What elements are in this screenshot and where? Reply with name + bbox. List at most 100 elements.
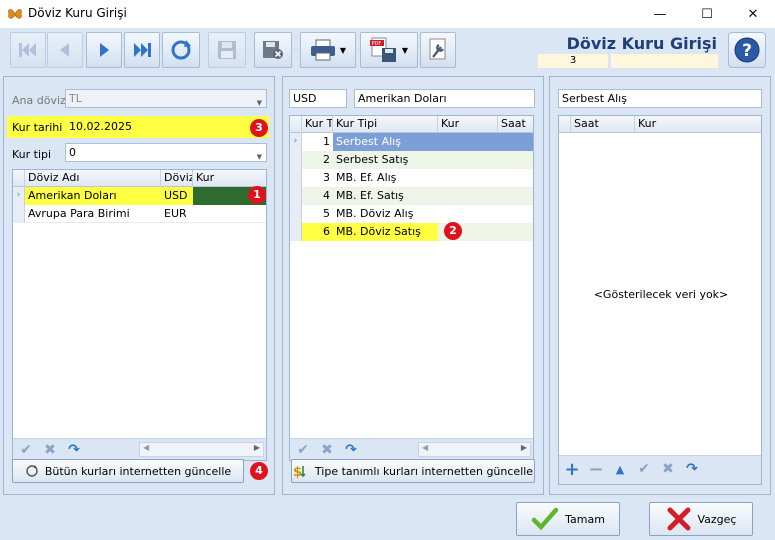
horizontal-scrollbar[interactable]: ◀ ▶: [418, 442, 531, 457]
cell-kur-t[interactable]: 4: [302, 187, 333, 205]
minimize-button[interactable]: —: [637, 0, 683, 28]
dropdown-arrow-icon: ▼: [401, 45, 409, 55]
cell-kur-t[interactable]: 2: [302, 151, 333, 169]
delete-icon[interactable]: ✖: [41, 442, 59, 458]
row-pointer-icon: ›: [290, 133, 302, 151]
cell-kur-t[interactable]: 6: [302, 223, 333, 241]
refresh-icon[interactable]: ↷: [342, 442, 360, 458]
middle-panel: USD Amerikan Doları Kur T Kur Tipi Kur S…: [282, 76, 544, 495]
cell-kur[interactable]: [438, 151, 498, 169]
record-number: 3: [538, 54, 608, 68]
currency-name-field[interactable]: Amerikan Doları: [354, 89, 535, 108]
check-icon[interactable]: ✔: [294, 442, 312, 458]
col-kur[interactable]: Kur: [635, 116, 761, 133]
cell-doviz[interactable]: USD: [161, 187, 193, 205]
scroll-right-icon[interactable]: ▶: [521, 443, 527, 452]
refresh-button[interactable]: [162, 32, 200, 68]
kur-tarihi-input[interactable]: 10.02.2025: [65, 117, 243, 136]
cancel-x-icon: [667, 507, 690, 531]
selected-rate-type-field[interactable]: Serbest Alış: [558, 89, 762, 108]
cell-saat[interactable]: [498, 151, 533, 169]
export-pdf-button[interactable]: PDF ▼: [360, 32, 418, 68]
minus-icon[interactable]: −: [587, 459, 605, 480]
col-kur-tipi[interactable]: Kur Tipi: [333, 116, 438, 133]
row-indicator: [290, 169, 302, 187]
badge-1: 1: [248, 186, 266, 204]
print-button[interactable]: ▼: [300, 32, 356, 68]
check-icon[interactable]: ✔: [17, 442, 35, 458]
cell-saat[interactable]: [498, 169, 533, 187]
cell-kur-tipi[interactable]: Serbest Satış: [333, 151, 438, 169]
table-row[interactable]: 2 Serbest Satış: [290, 151, 533, 169]
update-all-rates-button[interactable]: Bütün kurları internetten güncelle: [12, 459, 244, 483]
move-up-icon[interactable]: ▲: [611, 461, 629, 477]
cancel-button[interactable]: Vazgeç: [649, 502, 753, 536]
settings-button[interactable]: [420, 32, 456, 68]
cell-kur-tipi[interactable]: MB. Döviz Alış: [333, 205, 438, 223]
maximize-button[interactable]: ☐: [684, 0, 730, 28]
refresh-icon[interactable]: ↷: [683, 461, 701, 477]
table-row[interactable]: › Amerikan Doları USD: [13, 187, 266, 205]
cell-kur-t[interactable]: 3: [302, 169, 333, 187]
cell-kur[interactable]: [438, 169, 498, 187]
cell-doviz-adi[interactable]: Avrupa Para Birimi: [25, 205, 161, 223]
col-doviz[interactable]: Döviz: [161, 170, 193, 187]
cell-saat[interactable]: [498, 223, 533, 241]
cell-kur-tipi[interactable]: Serbest Alış: [333, 133, 438, 151]
next-record-button[interactable]: [86, 32, 122, 68]
cell-kur[interactable]: [193, 205, 266, 223]
col-kur-t[interactable]: Kur T: [302, 116, 333, 133]
cell-kur-t[interactable]: 1: [302, 133, 333, 151]
cell-kur-t[interactable]: 5: [302, 205, 333, 223]
first-record-button[interactable]: [10, 32, 46, 68]
cell-doviz[interactable]: EUR: [161, 205, 193, 223]
help-icon: ?: [734, 37, 760, 63]
table-row[interactable]: › 1 Serbest Alış: [290, 133, 533, 151]
scroll-right-icon[interactable]: ▶: [254, 443, 260, 452]
close-button[interactable]: ✕: [730, 0, 775, 28]
table-row[interactable]: 6 MB. Döviz Satış: [290, 223, 533, 241]
table-row[interactable]: 4 MB. Ef. Satış: [290, 187, 533, 205]
cell-kur-tipi[interactable]: MB. Ef. Alış: [333, 169, 438, 187]
horizontal-scrollbar[interactable]: ◀ ▶: [139, 442, 264, 457]
check-icon[interactable]: ✔: [635, 461, 653, 477]
table-row[interactable]: 5 MB. Döviz Alış: [290, 205, 533, 223]
cancel-save-button[interactable]: [254, 32, 292, 68]
delete-icon[interactable]: ✖: [659, 461, 677, 477]
cell-kur-tipi[interactable]: MB. Ef. Satış: [333, 187, 438, 205]
col-saat[interactable]: Saat: [498, 116, 533, 133]
save-button[interactable]: [208, 32, 246, 68]
col-doviz-adi[interactable]: Döviz Adı: [25, 170, 161, 187]
cell-doviz-adi[interactable]: Amerikan Doları: [25, 187, 161, 205]
add-icon[interactable]: +: [563, 459, 581, 480]
badge-3: 3: [250, 119, 268, 137]
ana-doviz-select[interactable]: TL ▼: [65, 89, 267, 108]
cell-saat[interactable]: [498, 133, 533, 151]
cell-kur[interactable]: [438, 187, 498, 205]
table-row[interactable]: 3 MB. Ef. Alış: [290, 169, 533, 187]
currency-code-field[interactable]: USD: [289, 89, 347, 108]
last-record-button[interactable]: [124, 32, 160, 68]
rate-history-navigator: + − ▲ ✔ ✖ ↷: [559, 455, 761, 484]
scroll-left-icon[interactable]: ◀: [422, 443, 428, 452]
ok-button[interactable]: Tamam: [516, 502, 620, 536]
refresh-icon[interactable]: ↷: [65, 442, 83, 458]
col-saat[interactable]: Saat: [571, 116, 635, 133]
kur-tipi-select[interactable]: 0 ▼: [65, 143, 267, 162]
cell-kur-tipi[interactable]: MB. Döviz Satış: [333, 223, 438, 241]
cell-saat[interactable]: [498, 187, 533, 205]
update-type-rates-button[interactable]: $ Tipe tanımlı kurları internetten günce…: [291, 459, 535, 483]
row-indicator-header: [13, 170, 25, 187]
delete-icon[interactable]: ✖: [318, 442, 336, 458]
col-kur[interactable]: Kur: [193, 170, 266, 187]
cell-kur[interactable]: [438, 205, 498, 223]
kur-tarihi-label: Kur tarihi: [12, 121, 63, 134]
scroll-left-icon[interactable]: ◀: [143, 443, 149, 452]
cell-saat[interactable]: [498, 205, 533, 223]
table-row[interactable]: Avrupa Para Birimi EUR: [13, 205, 266, 223]
previous-record-button[interactable]: [47, 32, 83, 68]
help-button[interactable]: ?: [728, 32, 766, 68]
col-kur[interactable]: Kur: [438, 116, 498, 133]
printer-icon: [310, 39, 335, 61]
cell-kur[interactable]: [438, 133, 498, 151]
